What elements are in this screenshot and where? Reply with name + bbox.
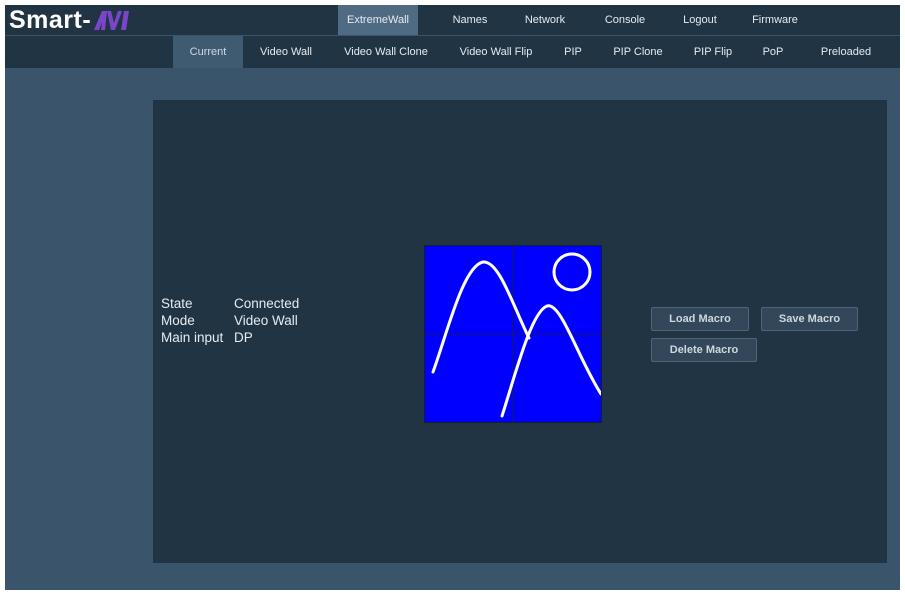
tab-pop[interactable]: PoP <box>753 36 793 68</box>
tab-current[interactable]: Current <box>173 36 243 68</box>
status-value: DP <box>234 330 253 345</box>
load-macro-button[interactable]: Load Macro <box>651 307 749 331</box>
current-status-panel: State Connected Mode Video Wall Main inp… <box>153 100 887 563</box>
tab-video-wall[interactable]: Video Wall <box>249 36 323 68</box>
nav-console[interactable]: Console <box>592 5 658 35</box>
tab-video-wall-clone[interactable]: Video Wall Clone <box>335 36 437 68</box>
status-row-mode: Mode Video Wall <box>161 312 299 329</box>
top-navigation-bar: Smart- ExtremeWall Names Network Console… <box>5 5 900 35</box>
status-row-state: State Connected <box>161 295 299 312</box>
tab-preloaded[interactable]: Preloaded <box>805 36 887 68</box>
status-key: State <box>161 296 193 311</box>
avi-logo-mark-icon <box>94 11 130 30</box>
tab-pip-flip[interactable]: PIP Flip <box>685 36 741 68</box>
status-key: Mode <box>161 313 195 328</box>
nav-names[interactable]: Names <box>438 5 502 35</box>
tab-video-wall-flip[interactable]: Video Wall Flip <box>451 36 541 68</box>
app-window: Smart- ExtremeWall Names Network Console… <box>5 5 900 590</box>
status-value: Video Wall <box>234 313 298 328</box>
sub-navigation-bar: Current Video Wall Video Wall Clone Vide… <box>5 36 900 68</box>
tab-pip-clone[interactable]: PIP Clone <box>605 36 671 68</box>
nav-extremewall[interactable]: ExtremeWall <box>338 5 418 35</box>
status-value: Connected <box>234 296 300 311</box>
brand-name: Smart- <box>9 5 92 34</box>
nav-firmware[interactable]: Firmware <box>740 5 810 35</box>
brand-logo: Smart- <box>9 6 133 34</box>
save-macro-button[interactable]: Save Macro <box>761 307 858 331</box>
nav-network[interactable]: Network <box>512 5 578 35</box>
delete-macro-button[interactable]: Delete Macro <box>651 338 757 362</box>
video-wall-preview-icon <box>424 245 602 423</box>
status-row-main-input: Main input DP <box>161 329 299 346</box>
status-key: Main input <box>161 330 224 345</box>
status-list: State Connected Mode Video Wall Main inp… <box>161 295 299 346</box>
nav-logout[interactable]: Logout <box>672 5 728 35</box>
tab-pip[interactable]: PIP <box>553 36 593 68</box>
